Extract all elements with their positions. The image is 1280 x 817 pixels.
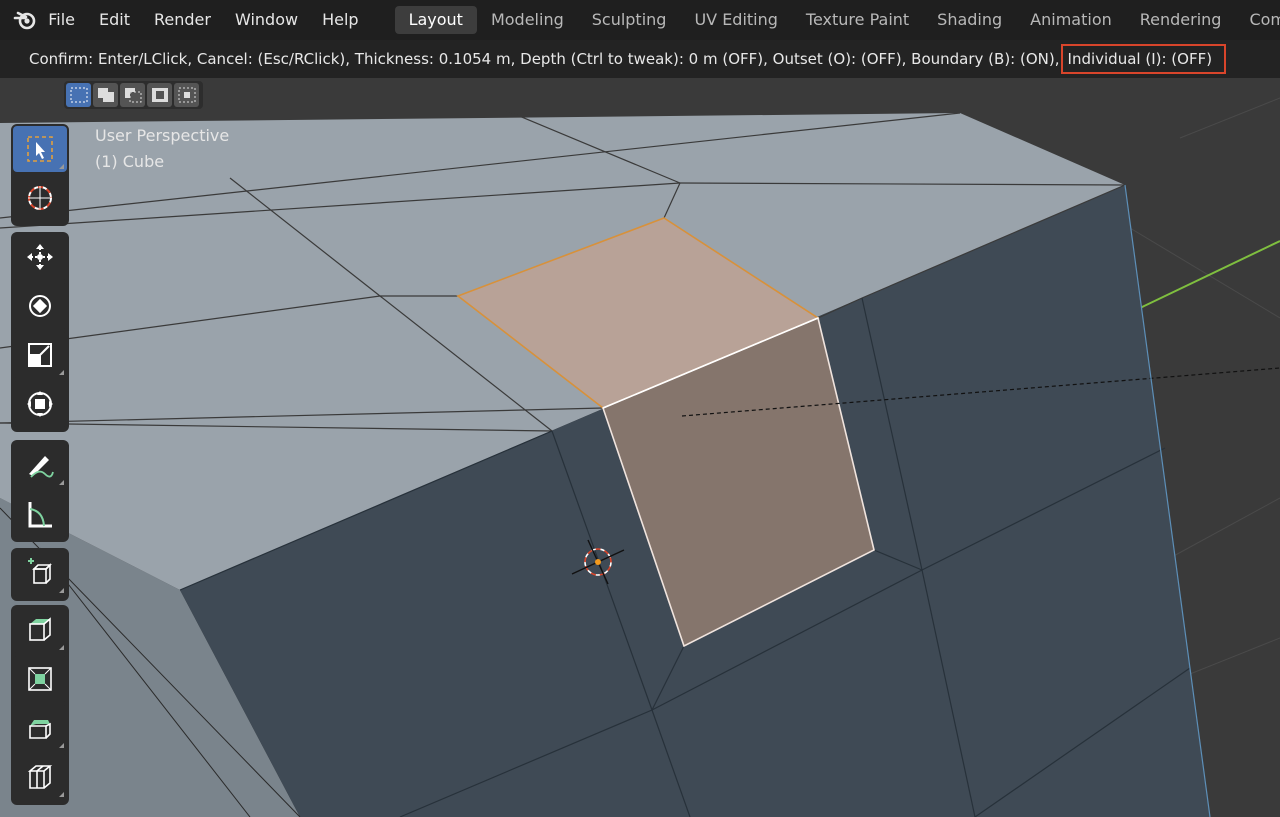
menu-edit[interactable]: Edit <box>87 0 142 40</box>
select-subtract-icon[interactable] <box>120 83 145 107</box>
toolbar-add-group <box>11 548 69 601</box>
rotate-icon[interactable] <box>13 283 67 329</box>
transform-icon[interactable] <box>13 381 67 427</box>
3d-viewport[interactable]: User Perspective (1) Cube <box>0 78 1280 817</box>
workspace-tabs: Layout Modeling Sculpting UV Editing Tex… <box>394 0 1280 40</box>
tab-uv-editing[interactable]: UV Editing <box>680 6 791 34</box>
toolbar-select-group <box>11 124 69 226</box>
select-invert-icon[interactable] <box>147 83 172 107</box>
add-cube-icon[interactable] <box>13 550 67 596</box>
tab-compositing[interactable]: Composit <box>1235 6 1280 34</box>
mesh-scene[interactable] <box>0 78 1280 817</box>
move-icon[interactable] <box>13 234 67 280</box>
menu-window[interactable]: Window <box>223 0 310 40</box>
blender-logo-icon[interactable] <box>12 6 38 34</box>
menu-render[interactable]: Render <box>142 0 223 40</box>
menu-help[interactable]: Help <box>310 0 370 40</box>
tab-modeling[interactable]: Modeling <box>477 6 578 34</box>
inset-faces-icon[interactable] <box>13 656 67 702</box>
tab-shading[interactable]: Shading <box>923 6 1016 34</box>
y-axis-line <box>1139 240 1280 309</box>
select-box-tool-icon[interactable] <box>13 126 67 172</box>
tab-layout[interactable]: Layout <box>394 6 477 34</box>
tab-texture-paint[interactable]: Texture Paint <box>792 6 923 34</box>
object-name: (1) Cube <box>95 152 165 171</box>
bevel-icon[interactable] <box>13 705 67 751</box>
loop-cut-icon[interactable] <box>13 754 67 800</box>
tab-rendering[interactable]: Rendering <box>1126 6 1236 34</box>
toolbar-mesh-group <box>11 605 69 805</box>
selection-mode-buttons <box>64 81 203 109</box>
annotate-icon[interactable] <box>13 442 67 488</box>
measure-icon[interactable] <box>13 491 67 537</box>
top-menu-bar: File Edit Render Window Help Layout Mode… <box>0 0 1280 40</box>
toolbar-transform-group <box>11 232 69 432</box>
extrude-region-icon[interactable] <box>13 607 67 653</box>
operator-status-bar: Confirm: Enter/LClick, Cancel: (Esc/RCli… <box>0 40 1280 78</box>
tab-sculpting[interactable]: Sculpting <box>578 6 681 34</box>
individual-toggle-status: Individual (I): (OFF) <box>1060 44 1227 74</box>
cursor-icon[interactable] <box>13 175 67 221</box>
select-box-icon[interactable] <box>66 83 91 107</box>
tab-animation[interactable]: Animation <box>1016 6 1126 34</box>
scale-icon[interactable] <box>13 332 67 378</box>
view-name: User Perspective <box>95 126 230 145</box>
toolbar-annotate-group <box>11 440 69 542</box>
menu-file[interactable]: File <box>48 0 87 40</box>
operator-status-text: Confirm: Enter/LClick, Cancel: (Esc/RCli… <box>29 50 1060 68</box>
select-intersect-icon[interactable] <box>174 83 199 107</box>
select-extend-icon[interactable] <box>93 83 118 107</box>
